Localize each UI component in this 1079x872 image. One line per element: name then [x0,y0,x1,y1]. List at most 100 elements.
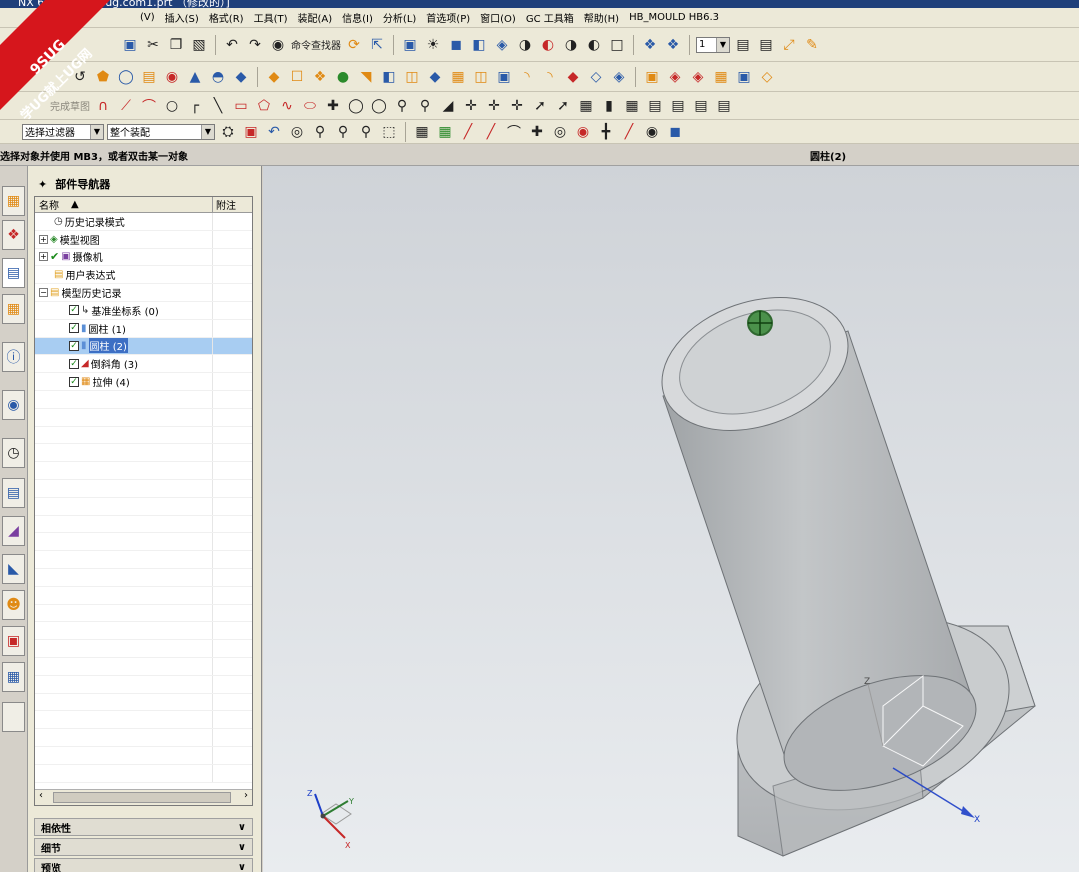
tree-row[interactable] [35,462,252,480]
move-to-layer-icon[interactable]: ▤ [756,35,776,55]
copy-icon[interactable]: ❐ [166,35,186,55]
mould-wizard-icon[interactable]: ▦ [711,67,731,87]
snap-enable-icon[interactable]: ▦ [412,122,432,142]
tree-row[interactable] [35,444,252,463]
menu-analysis[interactable]: 分析(L) [383,10,416,25]
feature-curve-icon[interactable]: ↶ [264,122,284,142]
show-icon[interactable]: ❖ [663,35,683,55]
snap-midpoint-icon[interactable]: ╱ [458,122,478,142]
save-icon[interactable]: ▣ [120,35,140,55]
tree-row[interactable]: ✓ ◢ 倒斜角 (3) [35,355,252,374]
horizontal-scrollbar[interactable]: ‹ › [35,789,252,805]
extend-curve-icon[interactable]: ⚲ [415,96,435,116]
feature-visibility-checkbox[interactable]: ✓ [69,376,79,387]
view-orient-icon[interactable]: ◑ [561,35,581,55]
empty-tab[interactable] [2,702,25,732]
check-geometry-icon[interactable]: ◈ [688,67,708,87]
tree-row[interactable] [35,426,252,445]
rectangle-icon[interactable]: ▭ [231,96,251,116]
circle-icon[interactable]: ○ [162,96,182,116]
feature-visibility-checkbox[interactable]: ✓ [69,305,79,316]
web-browser-tab[interactable]: ◉ [2,390,25,420]
tree-row[interactable]: ✓ ↳ 基准坐标系 (0) [35,301,252,320]
scroll-right-icon[interactable]: › [244,790,248,801]
snap-options-icon[interactable]: ⚲ [356,122,376,142]
tree-row[interactable] [35,764,252,783]
roles-tab[interactable]: ☻ [2,590,25,620]
history-tab[interactable]: ◷ [2,438,25,468]
pad-icon[interactable]: ◆ [231,67,251,87]
snap-point-on-face-icon[interactable]: ╱ [619,122,639,142]
arc-icon[interactable]: ⌒ [139,96,159,116]
section-view-icon[interactable]: ◐ [538,35,558,55]
snap-endpoint-icon[interactable]: ▦ [435,122,455,142]
sweep-icon[interactable]: ◝ [517,67,537,87]
menu-insert[interactable]: 插入(S) [165,10,199,25]
menu-view[interactable]: (V) [140,12,155,23]
assembly-navigator-tab[interactable]: ▦ [2,186,25,216]
tree-row[interactable] [35,586,252,605]
sketch-view-icon[interactable]: ▤ [691,96,711,116]
measure-icon[interactable]: ▣ [642,67,662,87]
tree-row[interactable] [35,622,252,641]
tree-row[interactable] [35,515,252,534]
repeat-command-icon[interactable]: ⟳ [344,35,364,55]
command-finder-icon[interactable]: ◉ [268,35,288,55]
spline-icon[interactable]: ∿ [277,96,297,116]
inferred-dims-icon[interactable]: ▦ [576,96,596,116]
feature-visibility-checkbox[interactable]: ✓ [69,340,79,351]
subtract-icon[interactable]: ☐ [287,67,307,87]
menu-assemblies[interactable]: 装配(A) [298,10,333,25]
polygon-icon[interactable]: ⬠ [254,96,274,116]
auto-constrain-icon[interactable]: ✛ [484,96,504,116]
shaded-edges-icon[interactable]: ◧ [469,35,489,55]
selection-filter-combo[interactable]: 选择过滤器 ▼ [22,123,104,140]
make-reference-icon[interactable]: ➚ [530,96,550,116]
tree-row[interactable] [35,604,252,623]
snap-bounded-grid-icon[interactable]: ◉ [642,122,662,142]
face-rule-icon[interactable]: ◎ [287,122,307,142]
scrollbar-thumb[interactable] [53,792,231,803]
select-all-icon[interactable]: ▣ [241,122,261,142]
render-style-icon[interactable]: ☀ [423,35,443,55]
alternate-solution-icon[interactable]: ➚ [553,96,573,116]
expand-icon[interactable]: + [39,252,48,262]
tree-row[interactable] [35,711,252,730]
brush-icon[interactable]: ✎ [802,35,822,55]
window-select-icon[interactable]: ⬚ [379,122,399,142]
tree-row[interactable] [35,390,252,409]
body-rule-icon[interactable]: ⚲ [310,122,330,142]
paste-icon[interactable]: ▧ [189,35,209,55]
boss-icon[interactable]: ▲ [185,67,205,87]
expand-icon[interactable]: + [39,234,48,244]
orient-to-sketch-icon[interactable]: ▤ [714,96,734,116]
menu-tools[interactable]: 工具(T) [254,10,288,25]
collapse-icon[interactable]: − [39,288,48,298]
tree-row[interactable] [35,729,252,747]
edge-rule-icon[interactable]: ⚲ [333,122,353,142]
reattach-icon[interactable]: ▦ [622,96,642,116]
pin-icon[interactable]: ✦ [38,178,47,191]
emboss-icon[interactable]: ◆ [563,67,583,87]
point-icon[interactable]: ✚ [323,96,343,116]
internet-explorer-tab[interactable]: ⓘ [2,342,25,372]
trim-body-icon[interactable]: ◆ [425,67,445,87]
pocket-icon[interactable]: ◓ [208,67,228,87]
process-studio-tab[interactable]: ◢ [2,516,25,546]
tree-row[interactable]: ◷ 历史记录模式 [35,213,252,231]
tree-row[interactable] [35,675,252,694]
part-navigator-tab[interactable]: ▤ [2,258,25,288]
snap-body-icon[interactable]: ◼ [665,122,685,142]
delay-evaluation-icon[interactable]: ▤ [645,96,665,116]
command-finder-button[interactable]: 命令查找器 [291,37,341,52]
undo-icon[interactable]: ↶ [222,35,242,55]
update-model-icon[interactable]: ▤ [668,96,688,116]
tree-row[interactable]: ▤ 用户表达式 [35,266,252,285]
tree-row[interactable] [35,693,252,712]
unite-icon[interactable]: ◆ [264,67,284,87]
mould-tools-icon[interactable]: ▣ [734,67,754,87]
assembly-scope-combo[interactable]: 整个装配 ▼ [107,123,215,140]
intersect-icon[interactable]: ❖ [310,67,330,87]
thread-icon[interactable]: ◝ [540,67,560,87]
menu-window[interactable]: 窗口(O) [480,10,516,25]
